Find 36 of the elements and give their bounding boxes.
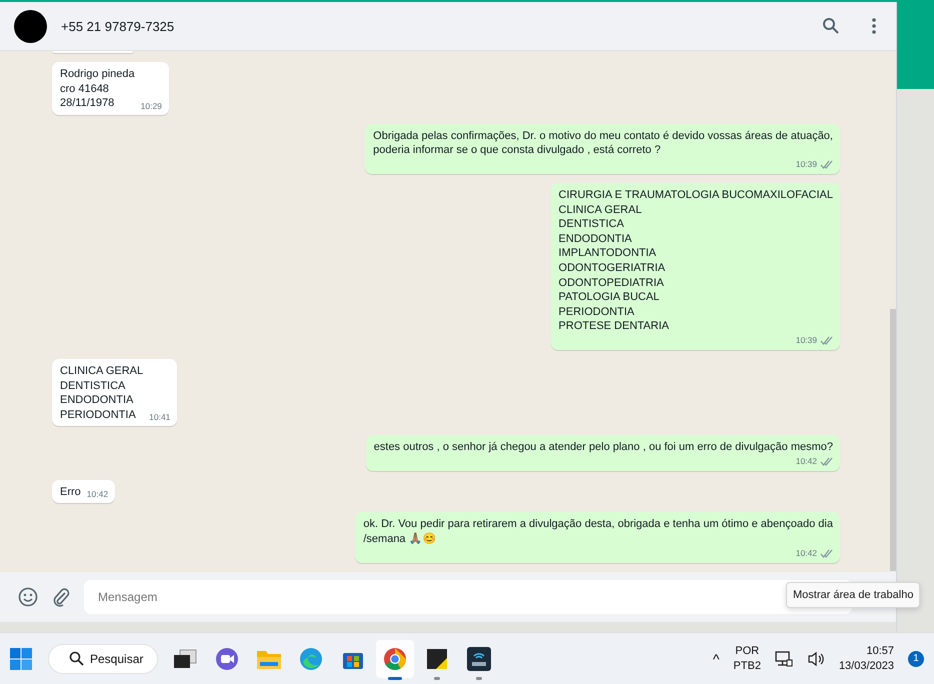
network-icon[interactable] [774,650,793,668]
tray-caret[interactable]: ^ [712,650,720,666]
message-time: 10:29 [140,100,162,111]
contact-name[interactable]: +55 21 97879-7325 [61,18,790,34]
contact-avatar[interactable] [14,10,47,42]
menu-icon[interactable] [872,18,876,34]
message-time: 10:39 [796,335,817,346]
video-chat-icon [215,646,240,670]
search-icon [69,651,84,666]
emoji-icon[interactable] [18,587,38,607]
message-text: CLINICA GERAL DENTISTICA ENDODONTIA PERIODONTIA [60,364,144,422]
taskbar-search-button[interactable]: Pesquisar [48,644,158,674]
speaker-icon[interactable] [806,650,825,666]
message-text: estes outros , o senhor já chegou a atender pelo plano , ou foi um erro de divulgação mesmo? [374,440,833,455]
message-time: 10:42 [796,548,817,558]
paperclip-icon[interactable] [52,587,70,607]
language-indicator[interactable]: POR PTB2 [733,644,761,674]
message-time: 10:39 [796,159,817,170]
message-text: CIRURGIA E TRAUMATOLOGIA BUCOMAXILOFACIAL CLINICA GERAL DENTISTICA ENDODONTIA IMPLANTODONTIA ODONTOGERIATRIA ODONTOPEDIATRIA PATOLOGIA BUCAL PERIODONTIA PROTESE DENTARIA [558,188,833,334]
chrome-icon [383,646,408,670]
clock[interactable]: 10:57 13/03/2023 [838,644,894,674]
message-time: 10:42 [796,456,817,466]
message-text: ok. Dr. Vou pedir para retirarem a divulgação desta, obrigada e tenha um ótimo e abençoado dia /semana 🙏🏽😊 [363,517,833,547]
message-time: 10:42 [86,489,108,500]
tooltip: Mostrar área de trabalho [786,582,920,608]
message-text: Erro [60,484,81,500]
search-icon[interactable] [822,17,840,35]
message-text: Rodrigo pineda cro 41648 28/11/1978 [60,67,135,111]
browser-icon [299,646,324,670]
phone-app-icon [467,646,492,670]
windows-icon [173,648,198,668]
message-time: 10:41 [149,412,170,422]
message-text: Obrigada pelas confirmações, Dr. o motivo do meu contato é devido vossas áreas de atuação, poderia informar se o que consta divulgado , está correto ? [373,128,833,158]
notification-badge[interactable]: 1 [908,650,924,666]
sticky-note-icon [426,648,448,670]
windows-start-icon[interactable] [10,648,32,670]
